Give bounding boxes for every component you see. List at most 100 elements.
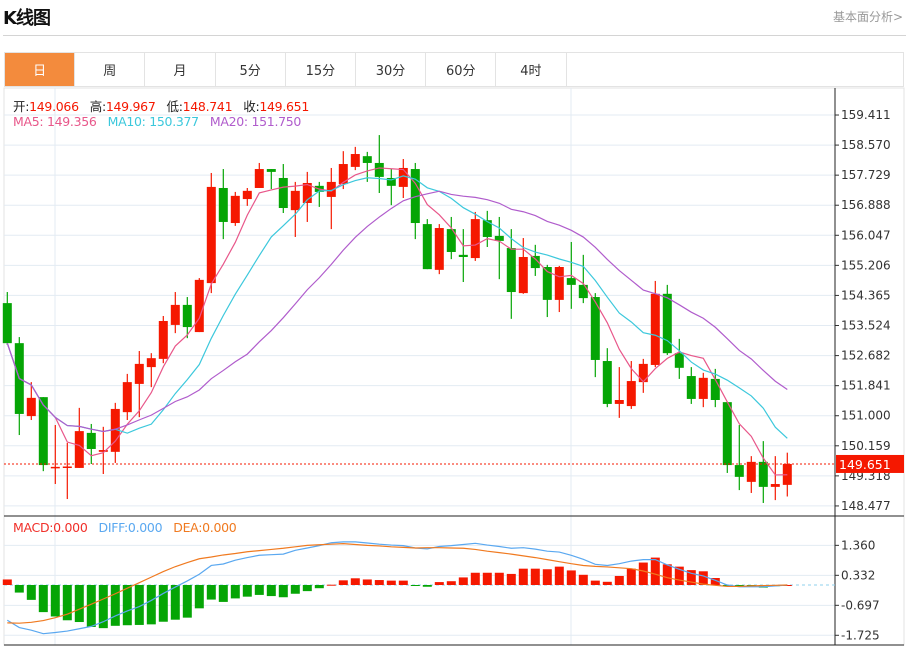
candle-body — [554, 267, 564, 300]
candle-body — [422, 224, 432, 270]
candle-body — [62, 466, 72, 468]
candle-body — [566, 278, 576, 285]
price-tick-label: 156.888 — [841, 198, 891, 212]
macd-bar — [146, 585, 156, 625]
macd-bar — [386, 580, 396, 585]
macd-bar — [122, 585, 132, 626]
macd-bar — [410, 585, 420, 586]
price-tick-label: 153.524 — [841, 318, 891, 332]
macd-bar — [74, 585, 84, 623]
macd-bar — [446, 581, 456, 585]
macd-bar — [230, 585, 240, 599]
candle-body — [374, 162, 384, 177]
candle-body — [710, 378, 720, 400]
price-tick-label: 151.841 — [841, 379, 891, 393]
close-value: 149.651 — [259, 99, 309, 114]
candle-body — [626, 381, 636, 407]
candle-body — [746, 461, 756, 482]
candle-body — [194, 279, 204, 333]
macd-tick-label: -1.725 — [841, 628, 880, 642]
price-tick-label: 150.159 — [841, 439, 891, 453]
macd-bar — [374, 580, 384, 585]
macd-bar — [470, 572, 480, 585]
candle-body — [518, 256, 528, 294]
macd-bar — [350, 578, 360, 585]
candle-body — [770, 484, 780, 487]
diff-value: DIFF:0.000 — [98, 520, 163, 535]
candle-body — [470, 219, 480, 259]
macd-bar — [422, 585, 432, 587]
macd-bar — [218, 585, 228, 602]
macd-bar — [482, 572, 492, 585]
macd-bar — [314, 585, 324, 589]
macd-bar — [158, 585, 168, 622]
candle-body — [134, 363, 144, 384]
macd-bar — [602, 581, 612, 585]
macd-bar — [206, 585, 216, 600]
dea-value: DEA:0.000 — [173, 520, 237, 535]
candle-body — [158, 320, 168, 359]
candle-body — [26, 397, 36, 417]
candle-body — [50, 466, 60, 469]
candle-body — [290, 190, 300, 211]
macd-value: MACD:0.000 — [13, 520, 88, 535]
candle-body — [218, 187, 228, 222]
close-label: 收: — [243, 99, 260, 114]
macd-bar — [662, 564, 672, 585]
open-value: 149.066 — [29, 99, 79, 114]
macd-bar — [50, 585, 60, 617]
candle-body — [722, 402, 732, 466]
macd-bar — [254, 585, 264, 595]
candle-body — [434, 228, 444, 270]
macd-bar — [590, 580, 600, 585]
candle-body — [638, 363, 648, 383]
candle-body — [698, 377, 708, 399]
candle-body — [230, 195, 240, 224]
macd-tick-label: 0.332 — [841, 568, 875, 582]
macd-bar — [242, 585, 252, 597]
candle-body — [686, 376, 696, 399]
macd-bar — [518, 568, 528, 585]
ma-readout: MA5: 149.356 MA10: 150.377 MA20: 151.750 — [13, 114, 301, 129]
low-label: 低: — [166, 99, 183, 114]
macd-bar — [302, 585, 312, 592]
high-value: 149.967 — [105, 99, 156, 114]
candle-body — [206, 186, 216, 284]
candle-body — [458, 254, 468, 257]
candle-body — [38, 397, 48, 466]
macd-bar — [434, 582, 444, 585]
macd-bar — [266, 585, 276, 597]
ma10-value: MA10: 150.377 — [107, 114, 200, 129]
macd-bar — [566, 570, 576, 585]
price-tick-label: 152.682 — [841, 349, 891, 363]
last-price-label: 149.651 — [839, 457, 891, 472]
price-tick-label: 159.411 — [841, 108, 891, 122]
ohlc-readout: 开:149.066 高:149.967 低:148.741 收:149.651 — [13, 96, 309, 115]
macd-bar — [650, 557, 660, 585]
price-tick-label: 157.729 — [841, 168, 891, 182]
high-label: 高: — [89, 99, 106, 114]
candle-body — [650, 293, 660, 365]
candle-body — [146, 358, 156, 368]
macd-bar — [278, 585, 288, 598]
ma20-value: MA20: 151.750 — [209, 114, 302, 129]
candle-body — [602, 361, 612, 404]
low-value: 148.741 — [182, 99, 233, 114]
macd-bar — [14, 585, 24, 593]
macd-bar — [26, 585, 36, 600]
candle-body — [86, 432, 96, 449]
macd-bar — [578, 574, 588, 585]
candle-body — [662, 293, 672, 354]
candle-body — [170, 304, 180, 325]
price-tick-label: 148.477 — [841, 499, 891, 513]
macd-bar — [290, 585, 300, 594]
candle-body — [578, 284, 588, 299]
macd-bar — [362, 579, 372, 585]
macd-readout: MACD:0.000 DIFF:0.000 DEA:0.000 — [13, 520, 237, 535]
macd-bar — [170, 585, 180, 620]
macd-bar — [2, 579, 12, 585]
macd-bar — [554, 566, 564, 585]
price-tick-label: 158.570 — [841, 138, 891, 152]
candle-body — [734, 465, 744, 477]
ma5-value: MA5: 149.356 — [13, 114, 97, 129]
